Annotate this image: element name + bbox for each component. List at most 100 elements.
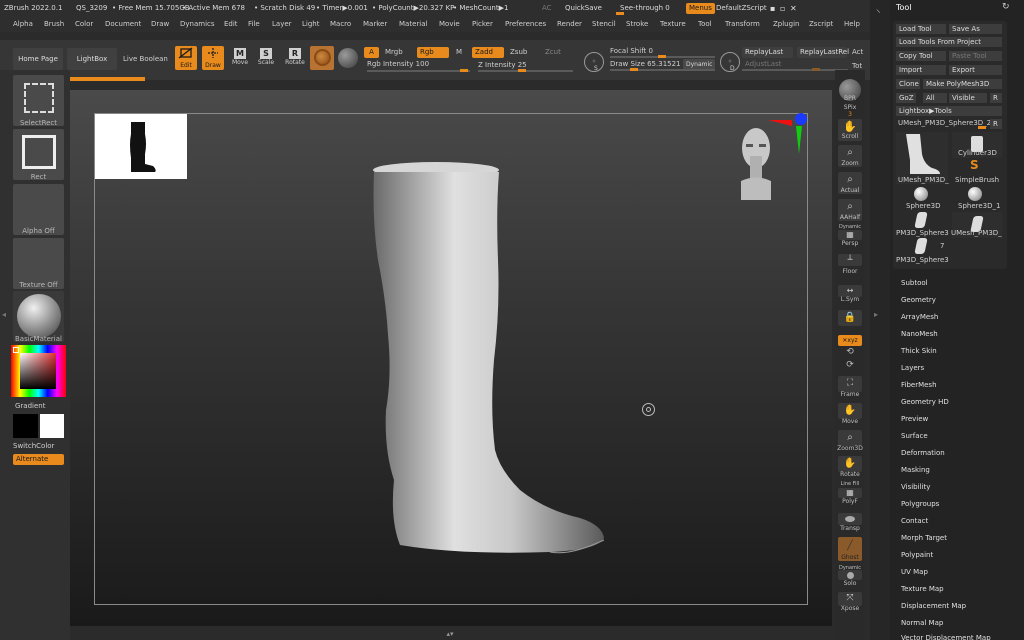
subpalette-nanomesh[interactable]: NanoMesh [901,330,938,338]
paste-tool-button[interactable]: Paste Tool [949,51,1002,61]
rotate-view-button[interactable]: ✋ [838,456,862,472]
menu-transform[interactable]: Transform [725,20,760,28]
menu-material[interactable]: Material [399,20,427,28]
menu-stencil[interactable]: Stencil [592,20,616,28]
rgb-intensity-slider[interactable] [367,70,470,72]
a-toggle[interactable]: A [364,47,379,58]
goz-button[interactable]: GoZ [896,93,916,103]
close-icon[interactable]: ✕ [790,4,797,13]
subpalette-geometry[interactable]: Geometry [901,296,936,304]
menu-draw[interactable]: Draw [151,20,169,28]
move-button[interactable]: M Move [229,46,251,70]
restore-icon[interactable]: ▫ [780,4,785,13]
menu-alpha[interactable]: Alpha [13,20,33,28]
rotate-button[interactable]: R Rotate [283,46,307,70]
adjust-last-slider[interactable] [742,69,848,71]
subpalette-preview[interactable]: Preview [901,415,928,423]
menu-preferences[interactable]: Preferences [505,20,546,28]
subpalette-vector-displacement-map[interactable]: Vector Displacement Map [901,634,991,640]
tool-palette-title[interactable]: Tool [896,3,912,12]
menu-brush[interactable]: Brush [44,20,64,28]
mrgb-toggle[interactable]: Mrgb [385,48,403,56]
menu-light[interactable]: Light [302,20,319,28]
minimize-icon[interactable]: ▪ [770,4,775,13]
menu-macro[interactable]: Macro [330,20,351,28]
copy-tool-button[interactable]: Copy Tool [896,51,946,61]
zcut-toggle[interactable]: Zcut [545,48,561,56]
menu-document[interactable]: Document [105,20,141,28]
draw-button[interactable]: Draw [202,46,224,70]
subpalette-contact[interactable]: Contact [901,517,928,525]
subpalette-displacement-map[interactable]: Displacement Map [901,602,966,610]
current-tool-slider-knob[interactable] [978,126,986,129]
replay-last-button[interactable]: ReplayLast [742,47,793,58]
subpalette-morph-target[interactable]: Morph Target [901,534,947,542]
quicksave-button[interactable]: QuickSave [565,4,602,12]
adjust-last-knob[interactable] [812,68,820,71]
menu-stroke[interactable]: Stroke [626,20,648,28]
replay-last-rel-button[interactable]: ReplayLastRel [797,47,849,58]
subpalette-normal-map[interactable]: Normal Map [901,619,943,627]
sphere3d-1-icon[interactable] [968,187,982,201]
goz-r-button[interactable]: R [990,93,1002,103]
goz-visible-button[interactable]: Visible [949,93,987,103]
menu-zplugin[interactable]: Zplugin [773,20,799,28]
lock-button[interactable]: 🔒 [838,310,862,326]
menu-dynamics[interactable]: Dynamics [180,20,215,28]
menu-help[interactable]: Help [844,20,860,28]
leg-model[interactable] [370,160,610,565]
goz-all-button[interactable]: All [923,93,947,103]
menu-render[interactable]: Render [557,20,582,28]
sphere3d-icon[interactable] [914,187,928,201]
menu-picker[interactable]: Picker [472,20,493,28]
scale-button[interactable]: S Scale [255,46,277,70]
color-picker[interactable] [11,345,66,397]
load-tool-button[interactable]: Load Tool [896,24,946,34]
bottom-tray-toggle-icon[interactable]: ▴▾ [430,630,470,638]
menu-movie[interactable]: Movie [439,20,460,28]
see-through-slider[interactable]: See-through 0 [620,4,670,12]
frame-button[interactable]: ⛶ [838,376,862,392]
transp-button[interactable] [838,513,862,525]
lightbox-tools-button[interactable]: Lightbox▶Tools [896,106,1002,116]
subpalette-arraymesh[interactable]: ArrayMesh [901,313,938,321]
live-boolean-button[interactable]: Live Boolean [123,55,168,63]
xyz-button[interactable]: ✕xyz [838,335,862,346]
secondary-color-swatch[interactable] [13,414,38,438]
refresh-icon[interactable]: ↻ [1002,2,1010,12]
export-button[interactable]: Export [949,65,1002,75]
load-tools-from-project-button[interactable]: Load Tools From Project [896,37,1002,47]
material-swatch[interactable] [310,46,334,70]
subpalette-polygroups[interactable]: Polygroups [901,500,939,508]
axis-gizmo[interactable] [766,112,810,156]
make-polymesh3d-button[interactable]: Make PolyMesh3D [923,79,1002,89]
menu-layer[interactable]: Layer [272,20,292,28]
simplebrush-icon[interactable]: S [970,158,979,172]
rgb-intensity-knob[interactable] [460,69,468,72]
persp-button[interactable]: ▦ [838,230,862,240]
subpalette-visibility[interactable]: Visibility [901,483,930,491]
draw-size-knob[interactable] [630,68,638,71]
polyf-button[interactable]: ▦ [838,488,862,498]
switch-color-button[interactable]: SwitchColor [13,442,54,450]
rotate-y-icon[interactable]: ⟲ [835,347,865,357]
focal-shift-knob[interactable] [658,55,666,58]
floor-button[interactable]: ┴ [838,254,862,266]
spix-value[interactable]: 3 [835,111,865,118]
subpalette-polypaint[interactable]: Polypaint [901,551,933,559]
xpose-button[interactable]: ⤧ [838,592,862,606]
menu-zscript[interactable]: Zscript [809,20,833,28]
zoom3d-button[interactable]: ⌕ [838,430,862,446]
import-button[interactable]: Import [896,65,946,75]
menu-color[interactable]: Color [75,20,93,28]
primary-color-swatch[interactable] [40,414,64,438]
menu-tool[interactable]: Tool [698,20,712,28]
subpalette-masking[interactable]: Masking [901,466,930,474]
left-tray-arrow-icon[interactable]: ◂ [2,310,6,319]
menu-texture[interactable]: Texture [660,20,686,28]
zadd-toggle[interactable]: Zadd [472,47,504,58]
home-page-button[interactable]: Home Page [13,48,63,70]
menu-edit[interactable]: Edit [224,20,238,28]
draw-size-slider[interactable] [610,69,715,71]
m-toggle[interactable]: M [456,48,462,56]
